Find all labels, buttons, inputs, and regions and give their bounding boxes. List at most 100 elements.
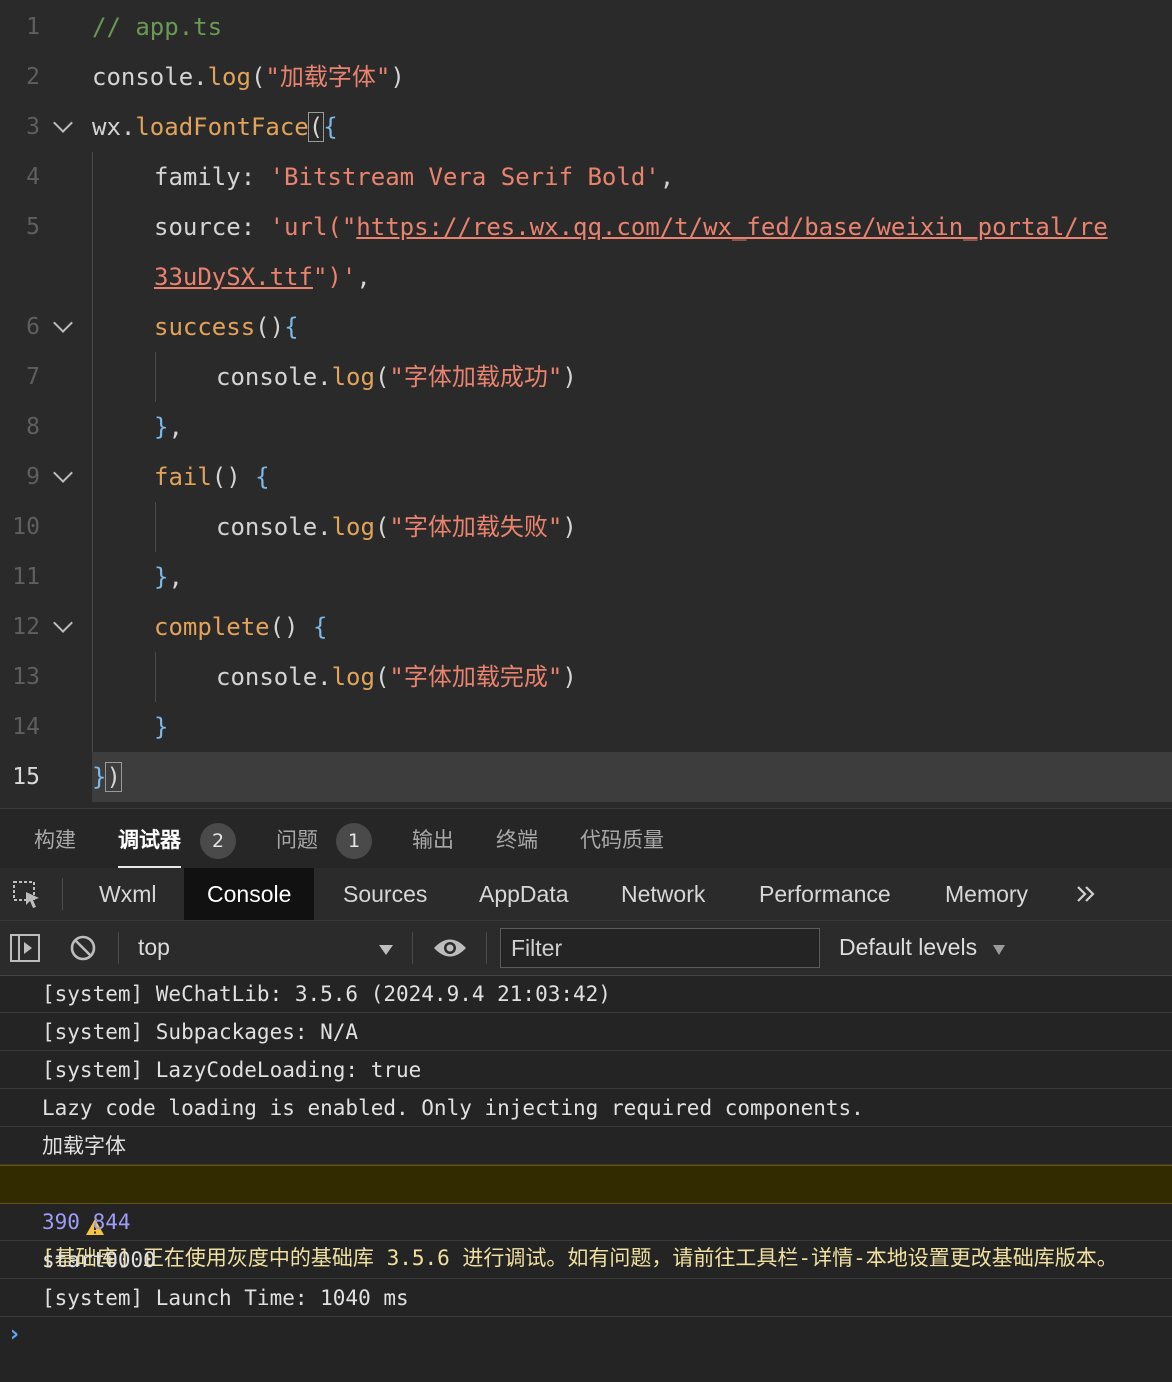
code-token: } bbox=[154, 713, 169, 741]
line-number: 8 bbox=[26, 414, 40, 440]
code-token: family: bbox=[154, 163, 270, 191]
divider bbox=[62, 878, 63, 910]
tab-debugger[interactable]: 调试器 bbox=[118, 809, 181, 869]
code-line[interactable]: 2 console.log("加载字体") bbox=[0, 52, 1172, 102]
console-message: [system] LazyCodeLoading: true bbox=[0, 1052, 1172, 1089]
tab-memory[interactable]: Memory bbox=[945, 868, 1028, 920]
more-tabs-chevron-icon[interactable] bbox=[1074, 882, 1098, 910]
code-text: complete() { bbox=[154, 602, 327, 652]
line-number: 2 bbox=[26, 64, 40, 90]
code-token: } bbox=[154, 413, 169, 441]
code-token: "加载字体" bbox=[265, 63, 391, 91]
eye-icon[interactable] bbox=[432, 935, 468, 965]
tab-terminal[interactable]: 终端 bbox=[496, 809, 538, 869]
code-line[interactable]: 4 family: 'Bitstream Vera Serif Bold', bbox=[0, 152, 1172, 202]
code-token: ( bbox=[374, 513, 390, 541]
line-number: 5 bbox=[26, 214, 40, 240]
code-token: , bbox=[168, 413, 183, 441]
code-line[interactable]: 11 }, bbox=[0, 552, 1172, 602]
code-token: source: bbox=[154, 213, 270, 241]
caret-down-icon[interactable] bbox=[378, 941, 394, 960]
code-token: "字体加载失败" bbox=[389, 513, 563, 541]
divider bbox=[486, 932, 487, 964]
code-line[interactable]: 12 complete() { bbox=[0, 602, 1172, 652]
current-line-highlight[interactable]: }) bbox=[92, 752, 1172, 802]
code-token: () bbox=[211, 463, 256, 491]
code-text: } bbox=[154, 702, 168, 752]
tab-network[interactable]: Network bbox=[621, 868, 705, 920]
code-token: fail bbox=[154, 463, 212, 491]
code-line[interactable]: 5 source: 'url("https://res.wx.qq.com/t/… bbox=[0, 202, 1172, 252]
code-line[interactable]: 10 console.log("字体加载失败") bbox=[0, 502, 1172, 552]
code-token: loadFontFace bbox=[135, 113, 309, 141]
code-token: ) bbox=[562, 663, 577, 691]
code-token: console. bbox=[216, 513, 332, 541]
code-editor[interactable]: 1 // app.ts 2 console.log("加载字体") 3 wx.l… bbox=[0, 0, 1172, 804]
url-link[interactable]: 33uDySX.ttf bbox=[154, 263, 313, 291]
url-link[interactable]: https://res.wx.qq.com/t/wx_fed/base/weix… bbox=[356, 213, 1107, 241]
problems-count-badge: 1 bbox=[336, 823, 372, 859]
line-number: 9 bbox=[26, 464, 40, 490]
code-line[interactable]: 6 success(){ bbox=[0, 302, 1172, 352]
divider bbox=[412, 932, 413, 964]
code-token: 'url(" bbox=[269, 213, 357, 241]
debugger-count-badge: 2 bbox=[200, 823, 236, 859]
code-line[interactable]: 9 fail() { bbox=[0, 452, 1172, 502]
line-number: 10 bbox=[12, 514, 40, 540]
code-token: complete bbox=[154, 613, 270, 641]
console-message: start0000 bbox=[0, 1242, 1172, 1279]
code-text: // app.ts bbox=[92, 2, 222, 52]
context-selector-value[interactable]: top bbox=[138, 934, 170, 961]
filter-input[interactable] bbox=[500, 928, 820, 968]
code-text: family: 'Bitstream Vera Serif Bold', bbox=[154, 152, 674, 202]
code-line[interactable]: 1 // app.ts bbox=[0, 2, 1172, 52]
inspect-element-icon[interactable] bbox=[12, 880, 42, 914]
devtools-tabs: Wxml Console Sources AppData Network Per… bbox=[0, 868, 1172, 921]
line-number-active: 15 bbox=[12, 764, 40, 790]
code-text: console.log("加载字体") bbox=[92, 52, 405, 102]
code-line[interactable]: 14 } bbox=[0, 702, 1172, 752]
tab-console[interactable]: Console bbox=[184, 868, 315, 920]
fold-chevron-icon[interactable] bbox=[53, 113, 73, 133]
console-toolbar: top Default levels bbox=[0, 921, 1172, 976]
code-line[interactable]: 13 console.log("字体加载完成") bbox=[0, 652, 1172, 702]
code-line[interactable]: 7 console.log("字体加载成功") bbox=[0, 352, 1172, 402]
tab-sources[interactable]: Sources bbox=[343, 868, 427, 920]
console-message: [system] Launch Time: 1040 ms bbox=[0, 1280, 1172, 1317]
code-text: source: 'url("https://res.wx.qq.com/t/wx… bbox=[154, 202, 1108, 252]
tab-code-quality[interactable]: 代码质量 bbox=[580, 809, 664, 869]
line-number: 3 bbox=[26, 114, 40, 140]
tab-performance[interactable]: Performance bbox=[759, 868, 891, 920]
code-token: // app.ts bbox=[92, 13, 223, 41]
message-text: 加载字体 bbox=[42, 1134, 126, 1158]
code-line[interactable]: 3 wx.loadFontFace({ bbox=[0, 102, 1172, 152]
fold-chevron-icon[interactable] bbox=[53, 613, 73, 633]
fold-chevron-icon[interactable] bbox=[53, 463, 73, 483]
console-message: Lazy code loading is enabled. Only injec… bbox=[0, 1090, 1172, 1127]
tab-wxml[interactable]: Wxml bbox=[99, 868, 156, 920]
code-token: , bbox=[356, 263, 371, 291]
code-token: ( bbox=[374, 363, 390, 391]
code-token: log bbox=[331, 363, 375, 391]
tab-output[interactable]: 输出 bbox=[412, 809, 454, 869]
code-line-wrapped[interactable]: 33uDySX.ttf")', bbox=[0, 252, 1172, 302]
code-text: }, bbox=[154, 552, 183, 602]
line-number: 7 bbox=[26, 364, 40, 390]
console-message: [system] Subpackages: N/A bbox=[0, 1014, 1172, 1051]
tab-problems[interactable]: 问题 bbox=[276, 809, 318, 869]
caret-down-icon[interactable] bbox=[992, 941, 1006, 960]
code-token: ( bbox=[250, 63, 266, 91]
console-warning: [基础库] 正在使用灰度中的基础库 3.5.6 进行调试。如有问题，请前往工具栏… bbox=[0, 1165, 1172, 1270]
tab-appdata[interactable]: AppData bbox=[479, 868, 569, 920]
log-levels-dropdown[interactable]: Default levels bbox=[839, 934, 977, 961]
clear-console-icon[interactable] bbox=[69, 934, 97, 966]
code-text: success(){ bbox=[154, 302, 299, 352]
toggle-sidebar-icon[interactable] bbox=[10, 934, 40, 966]
code-token: "字体加载成功" bbox=[389, 363, 563, 391]
message-text: [system] LazyCodeLoading: true bbox=[42, 1058, 422, 1082]
code-line[interactable]: 8 }, bbox=[0, 402, 1172, 452]
code-text: }, bbox=[154, 402, 183, 452]
tab-build[interactable]: 构建 bbox=[34, 809, 76, 869]
fold-chevron-icon[interactable] bbox=[53, 313, 73, 333]
console-prompt-icon[interactable]: › bbox=[10, 1322, 19, 1347]
